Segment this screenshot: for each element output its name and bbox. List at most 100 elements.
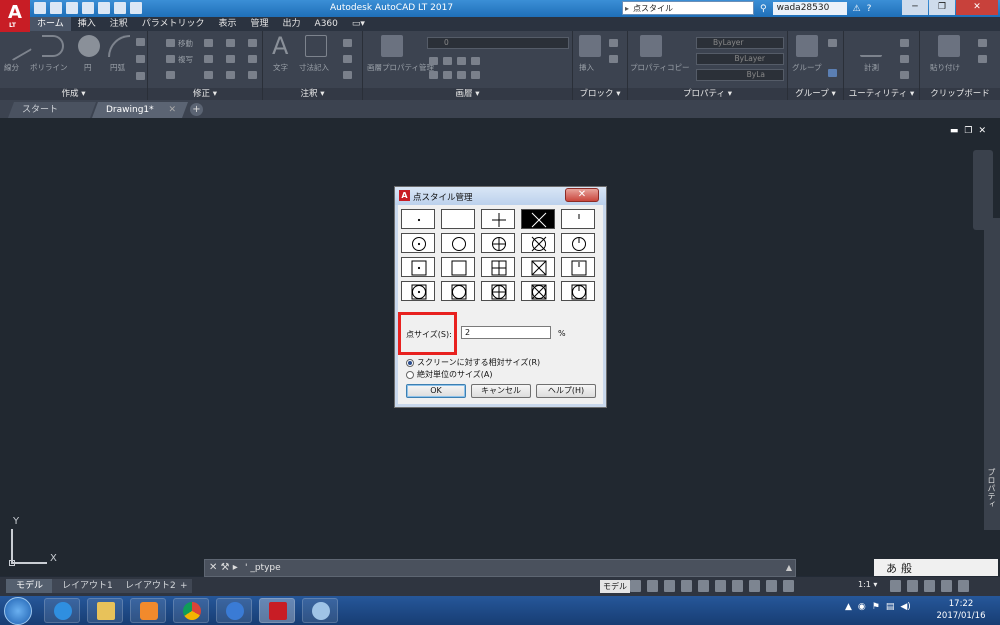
viewport-close-icon[interactable]: ✕: [978, 126, 986, 136]
minimize-button[interactable]: ─: [902, 0, 928, 15]
line-icon[interactable]: [1, 30, 33, 62]
ime-toolbar[interactable]: あ 般: [874, 559, 998, 576]
ribbon-options-icon[interactable]: ▭▾: [345, 17, 372, 31]
layer-tool-icon-3[interactable]: [457, 57, 466, 65]
linear-dim-icon[interactable]: [343, 39, 352, 47]
point-style-option[interactable]: [481, 233, 515, 253]
ime-mode-hiragana[interactable]: あ: [886, 560, 897, 576]
rectangle-icon[interactable]: [136, 38, 145, 46]
erase-icon[interactable]: [248, 39, 257, 47]
taskbar-ie[interactable]: [44, 598, 80, 623]
layer-tool-icon-6[interactable]: [443, 71, 452, 79]
dimension-icon[interactable]: [305, 35, 327, 57]
new-tab-button[interactable]: +: [190, 103, 203, 116]
layer-tool-icon-8[interactable]: [471, 71, 480, 79]
start-button[interactable]: [4, 597, 32, 625]
radio-absolute-dot[interactable]: [406, 370, 414, 379]
new-file-icon[interactable]: [34, 2, 46, 14]
maximize-button[interactable]: ❐: [929, 0, 955, 15]
tab-view[interactable]: 表示: [212, 17, 244, 31]
tab-model[interactable]: モデル: [6, 579, 54, 593]
point-style-option[interactable]: [561, 233, 595, 253]
taskbar-app[interactable]: [216, 598, 252, 623]
user-account[interactable]: wada28530: [772, 2, 847, 15]
array-icon[interactable]: [226, 71, 235, 79]
calculator-icon[interactable]: [900, 71, 909, 79]
ortho-icon[interactable]: [664, 580, 675, 592]
paste-icon[interactable]: [938, 35, 960, 57]
polyline-icon[interactable]: [42, 35, 64, 57]
point-style-option[interactable]: [481, 281, 515, 301]
point-style-option[interactable]: [481, 257, 515, 277]
flag-icon[interactable]: ⚑: [872, 602, 880, 612]
scale-icon[interactable]: [204, 71, 213, 79]
model-space-toggle[interactable]: モデル: [600, 580, 630, 593]
layer-tool-icon-1[interactable]: [429, 57, 438, 65]
binoculars-icon[interactable]: ⚲: [760, 4, 767, 14]
move-icon[interactable]: [166, 39, 175, 47]
redo-icon[interactable]: [130, 2, 142, 14]
group-select-icon[interactable]: [828, 69, 837, 77]
point-style-option[interactable]: [441, 257, 475, 277]
edit-block-icon[interactable]: [609, 55, 618, 63]
panel-block-title[interactable]: ブロック ▾: [573, 88, 627, 100]
layer-properties-icon[interactable]: [381, 35, 403, 57]
hatch-icon[interactable]: [136, 55, 145, 63]
radio-absolute-size[interactable]: 絶対単位のサイズ(A): [406, 369, 492, 380]
circle-icon[interactable]: [78, 35, 100, 57]
panel-modify-title[interactable]: 修正 ▾: [148, 88, 262, 100]
tab-drawing1[interactable]: Drawing1* ✕: [92, 102, 188, 118]
point-style-option[interactable]: [561, 257, 595, 277]
point-style-option[interactable]: [401, 209, 435, 229]
create-block-icon[interactable]: [609, 39, 618, 47]
point-style-option[interactable]: [521, 209, 555, 229]
taskbar-autocad[interactable]: [259, 598, 295, 623]
tab-annotate[interactable]: 注釈: [103, 17, 135, 31]
annotation-scale[interactable]: 1:1 ▾: [858, 580, 877, 589]
close-window-button[interactable]: ✕: [956, 0, 998, 15]
cut-icon[interactable]: [978, 39, 987, 47]
quick-calc-icon[interactable]: [900, 55, 909, 63]
trim-icon[interactable]: [226, 39, 235, 47]
tab-a360[interactable]: A360: [308, 17, 345, 31]
taskbar-chrome[interactable]: [173, 598, 209, 623]
point-style-option[interactable]: [441, 209, 475, 229]
annotation-visibility-icon[interactable]: [783, 580, 794, 592]
point-style-option[interactable]: [401, 257, 435, 277]
lineweight-icon[interactable]: [732, 580, 743, 592]
network-icon[interactable]: ▤: [886, 602, 895, 612]
save-as-icon[interactable]: [82, 2, 94, 14]
tab-layout1[interactable]: レイアウト1: [52, 579, 123, 593]
layer-tool-icon-5[interactable]: [429, 71, 438, 79]
tray-arrow-icon[interactable]: ▲: [845, 602, 852, 612]
text-icon[interactable]: A: [272, 32, 288, 60]
system-clock[interactable]: 17:22 2017/01/16: [934, 598, 988, 622]
tab-start[interactable]: スタート: [8, 102, 96, 118]
layer-tool-icon-2[interactable]: [443, 57, 452, 65]
application-menu-button[interactable]: A LT: [0, 0, 30, 32]
grid-icon[interactable]: [630, 580, 641, 592]
tab-manage[interactable]: 管理: [244, 17, 276, 31]
command-history-arrow-icon[interactable]: ▲: [786, 563, 792, 572]
taskbar-explorer[interactable]: [87, 598, 123, 623]
measure-icon[interactable]: [860, 35, 882, 57]
point-size-input[interactable]: 2: [461, 326, 551, 339]
otrack-icon[interactable]: [715, 580, 726, 592]
radio-relative-dot[interactable]: [406, 358, 414, 367]
osnap-icon[interactable]: [698, 580, 709, 592]
print-icon[interactable]: [98, 2, 110, 14]
customize-menu-icon[interactable]: [958, 580, 969, 592]
layer-tool-icon-4[interactable]: [471, 57, 480, 65]
point-style-option[interactable]: [441, 281, 475, 301]
point-style-option[interactable]: [401, 233, 435, 253]
cancel-button[interactable]: キャンセル: [471, 384, 531, 398]
taskbar-media[interactable]: [130, 598, 166, 623]
stretch-icon[interactable]: [166, 71, 175, 79]
copy-clip-icon[interactable]: [978, 55, 987, 63]
panel-properties-title[interactable]: プロパティ ▾: [628, 88, 787, 100]
copy-icon[interactable]: [166, 55, 175, 63]
workspace-gear-icon[interactable]: [890, 580, 901, 592]
panel-create-title[interactable]: 作成 ▾: [0, 88, 147, 100]
explode-icon[interactable]: [248, 55, 257, 63]
panel-clipboard-title[interactable]: クリップボード: [920, 88, 1000, 100]
